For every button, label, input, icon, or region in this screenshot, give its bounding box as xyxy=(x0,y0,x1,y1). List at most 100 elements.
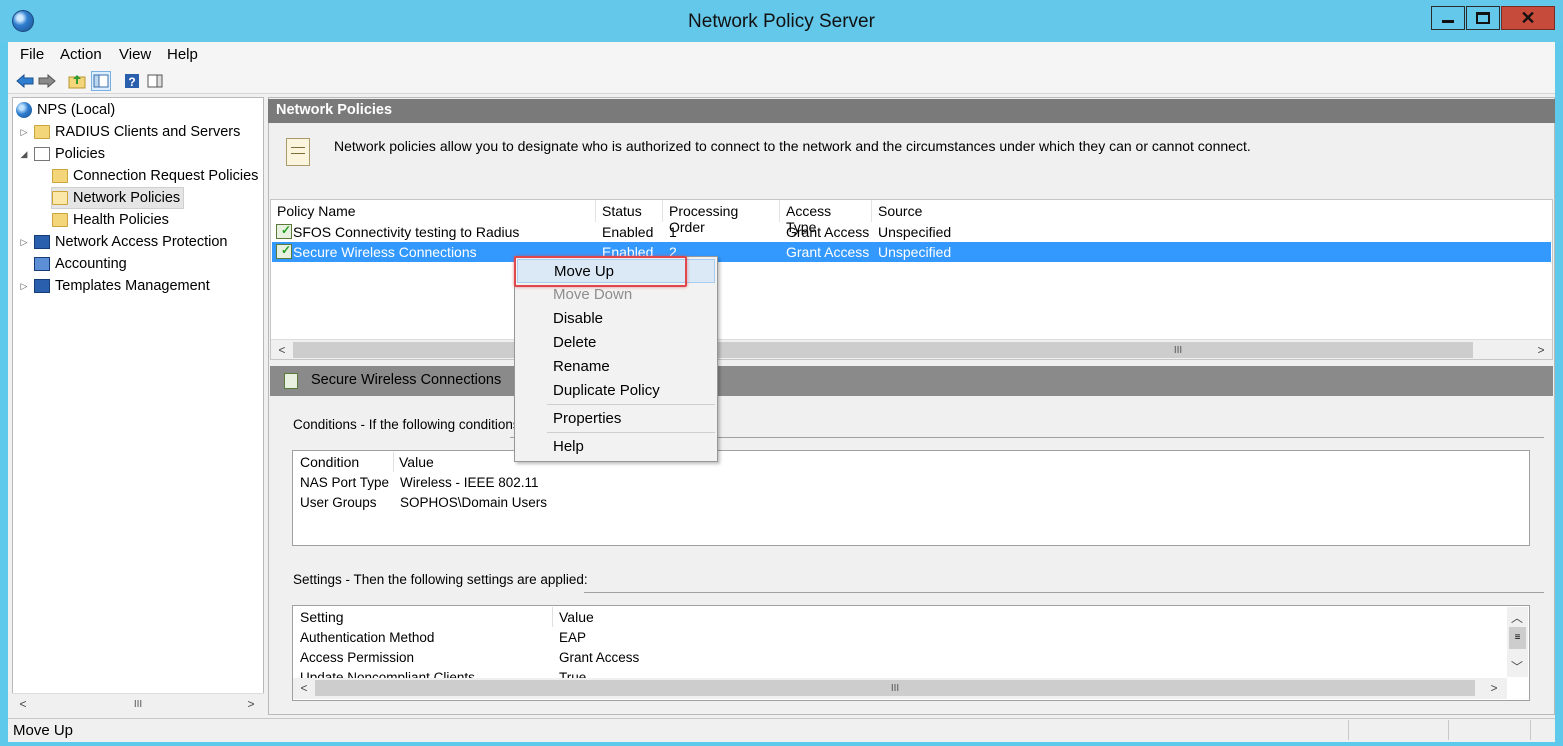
settings-horizontal-scrollbar[interactable]: < III > xyxy=(293,678,1507,699)
expand-arrow-icon[interactable]: ▷ xyxy=(18,127,30,138)
menu-item-delete[interactable]: Delete xyxy=(517,331,715,355)
up-folder-icon xyxy=(68,75,86,89)
help-icon: ? xyxy=(125,74,139,89)
menu-item-move-up[interactable]: Move Up xyxy=(517,259,715,283)
description-text: Network policies allow you to designate … xyxy=(334,138,1251,154)
conditions-header-condition[interactable]: Condition xyxy=(300,454,359,470)
menu-view[interactable]: View xyxy=(119,46,151,63)
column-source[interactable]: Source xyxy=(872,200,972,222)
forward-button[interactable] xyxy=(37,71,57,91)
cell-policy-name: Secure Wireless Connections xyxy=(293,244,477,260)
settings-vertical-scrollbar[interactable]: ︿ ≡ ﹀ xyxy=(1507,607,1528,677)
open-folder-icon xyxy=(52,191,68,205)
cell-source: Unspecified xyxy=(878,244,952,260)
tree-item-policies[interactable]: ◢ Policies xyxy=(18,143,105,165)
menu-item-help[interactable]: Help xyxy=(517,435,715,459)
toolbar: ? xyxy=(8,68,1555,94)
scroll-thumb[interactable]: ≡ xyxy=(1509,627,1526,649)
tree-item-label: RADIUS Clients and Servers xyxy=(55,124,241,140)
scroll-thumb-glyph: III xyxy=(890,682,900,694)
up-folder-button[interactable] xyxy=(67,71,87,91)
close-icon: ✕ xyxy=(1520,8,1536,28)
tree-item-network-policies[interactable]: Network Policies xyxy=(51,187,185,209)
action-pane-icon xyxy=(147,74,163,88)
scroll-up-icon[interactable]: ︿ xyxy=(1508,608,1526,626)
menu-item-properties[interactable]: Properties xyxy=(517,407,715,431)
tree-horizontal-scrollbar[interactable]: < III > xyxy=(12,693,264,715)
conditions-header-value[interactable]: Value xyxy=(399,454,434,470)
column-access-type[interactable]: Access Type xyxy=(780,200,872,235)
detail-title: Secure Wireless Connections xyxy=(311,372,502,388)
cell-access-type: Grant Access xyxy=(786,224,870,240)
tree-item-label: Health Policies xyxy=(73,212,169,228)
menu-item-duplicate-policy[interactable]: Duplicate Policy xyxy=(517,379,715,403)
back-button[interactable] xyxy=(15,71,35,91)
scroll-thumb-glyph: III xyxy=(133,698,143,710)
context-menu: Move Up Move Down Disable Delete Rename … xyxy=(514,256,718,462)
column-status[interactable]: Status xyxy=(596,200,663,222)
minimize-button[interactable] xyxy=(1431,6,1465,30)
scroll-left-icon[interactable]: < xyxy=(295,679,313,697)
scroll-right-icon[interactable]: > xyxy=(242,695,260,713)
forward-arrow-icon xyxy=(38,74,56,88)
scroll-thumb[interactable]: III xyxy=(34,696,242,712)
tree-item-radius-clients[interactable]: ▷ RADIUS Clients and Servers xyxy=(18,121,241,143)
tree-item-health-policies[interactable]: Health Policies xyxy=(52,209,169,231)
scroll-left-icon[interactable]: < xyxy=(14,695,32,713)
tree-item-templates-management[interactable]: ▷ Templates Management xyxy=(18,275,210,297)
svg-text:?: ? xyxy=(128,75,135,89)
status-bar xyxy=(8,718,1555,742)
policy-row-selected[interactable]: Secure Wireless Connections Enabled 2 Gr… xyxy=(272,242,1551,262)
policy-row[interactable]: SFOS Connectivity testing to Radius Enab… xyxy=(272,222,1551,242)
policy-list-horizontal-scrollbar[interactable]: < III > xyxy=(271,339,1552,359)
tree-item-label: Connection Request Policies xyxy=(73,168,259,184)
scroll-right-icon[interactable]: > xyxy=(1485,679,1503,697)
tree-item-label: Accounting xyxy=(55,256,127,272)
scroll-right-icon[interactable]: > xyxy=(1532,341,1550,359)
setting-value: True xyxy=(559,670,587,678)
condition-name: NAS Port Type xyxy=(300,475,390,490)
tree-item-label: NPS (Local) xyxy=(37,102,116,118)
show-action-pane-button[interactable] xyxy=(145,71,165,91)
settings-header-value[interactable]: Value xyxy=(559,609,594,625)
condition-value: Wireless - IEEE 802.11 xyxy=(400,475,539,490)
tree-item-network-access-protection[interactable]: ▷ Network Access Protection xyxy=(18,231,228,253)
help-button[interactable]: ? xyxy=(122,71,142,91)
templates-icon xyxy=(34,279,50,293)
collapse-arrow-icon[interactable]: ◢ xyxy=(18,149,30,160)
setting-value: EAP xyxy=(559,630,587,645)
cell-access-type: Grant Access xyxy=(786,244,870,260)
cell-status: Enabled xyxy=(602,224,654,240)
policy-enabled-icon xyxy=(276,223,292,239)
settings-header-setting[interactable]: Setting xyxy=(300,609,344,625)
conditions-label: Conditions - If the following conditions xyxy=(293,417,520,432)
column-divider xyxy=(393,452,394,472)
tree-item-connection-request-policies[interactable]: Connection Request Policies xyxy=(52,165,258,187)
expand-arrow-icon[interactable]: ▷ xyxy=(18,281,30,292)
column-policy-name[interactable]: Policy Name xyxy=(271,200,596,222)
clipped-row: Update Noncompliant Clients True xyxy=(293,668,1505,678)
scroll-thumb-glyph: III xyxy=(1173,344,1183,356)
tree-item-accounting[interactable]: Accounting xyxy=(34,253,127,275)
menu-separator xyxy=(547,404,715,405)
close-button[interactable]: ✕ xyxy=(1501,6,1555,30)
scroll-down-icon[interactable]: ﹀ xyxy=(1508,657,1526,675)
expand-arrow-icon[interactable]: ▷ xyxy=(18,237,30,248)
show-hide-tree-button[interactable] xyxy=(91,71,111,91)
menu-item-disable[interactable]: Disable xyxy=(517,307,715,331)
scroll-thumb[interactable]: III xyxy=(315,680,1475,696)
scroll-left-icon[interactable]: < xyxy=(273,341,291,359)
folder-icon xyxy=(34,125,50,139)
status-segment xyxy=(1348,720,1349,740)
menu-help[interactable]: Help xyxy=(167,46,198,63)
menu-action[interactable]: Action xyxy=(60,46,102,63)
menu-item-rename[interactable]: Rename xyxy=(517,355,715,379)
status-segment xyxy=(1448,720,1449,740)
maximize-button[interactable] xyxy=(1466,6,1500,30)
cell-processing-order: 1 xyxy=(669,224,677,240)
scroll-thumb[interactable]: III xyxy=(293,342,1473,358)
tree-item-nps-local[interactable]: NPS (Local) xyxy=(16,99,115,121)
column-processing-order[interactable]: Processing Order xyxy=(663,200,780,235)
policies-icon xyxy=(34,147,50,161)
menu-file[interactable]: File xyxy=(20,46,44,63)
